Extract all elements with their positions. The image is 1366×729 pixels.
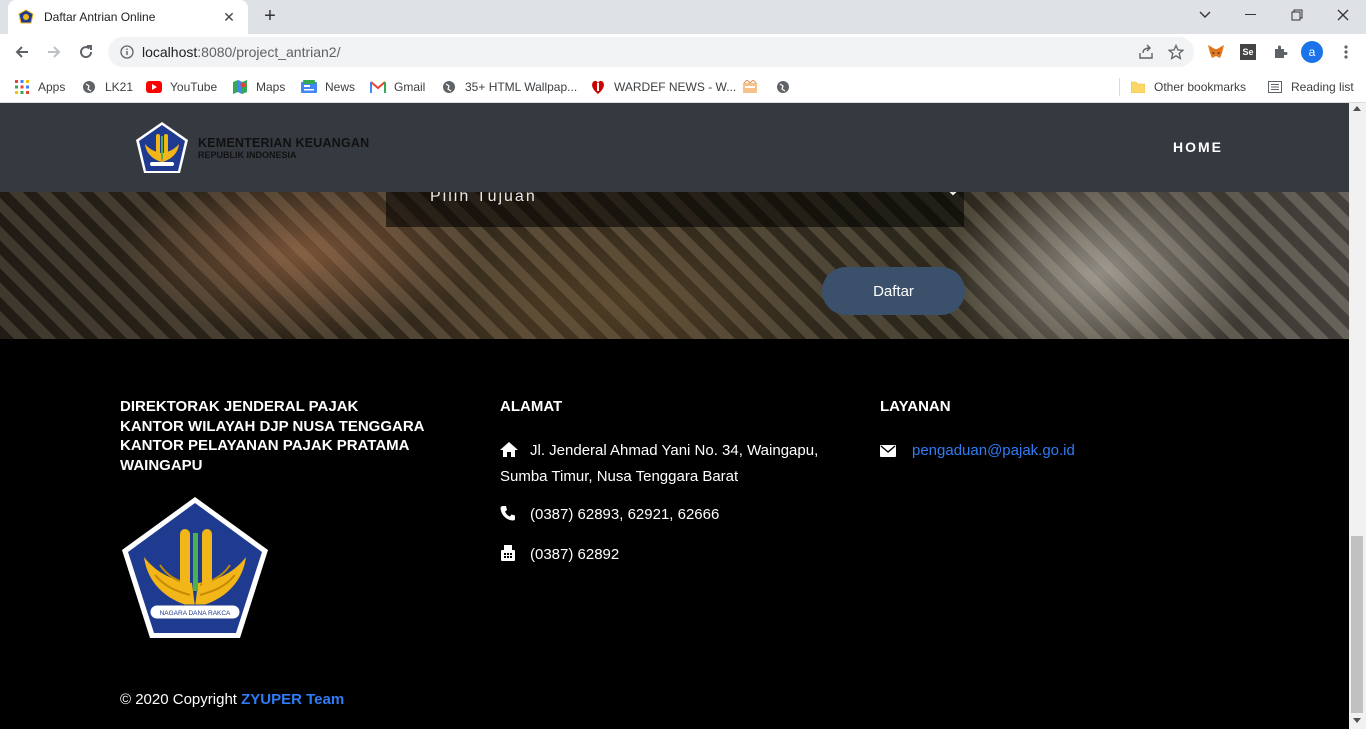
fax-number: (0387) 62892 (530, 546, 620, 563)
bookmarks-divider (1119, 78, 1120, 96)
kemenkeu-logo[interactable]: KEMENTERIAN KEUANGAN REPUBLIK INDONESIA (134, 120, 369, 176)
email-row: pengaduan@pajak.go.id (880, 439, 1075, 465)
reading-list-icon (1267, 79, 1283, 95)
daftar-button[interactable]: Daftar (822, 267, 965, 315)
close-window-icon[interactable] (1320, 0, 1366, 30)
reload-icon[interactable] (72, 38, 100, 66)
tab-close-icon[interactable]: ✕ (220, 9, 238, 26)
browser-tabstrip: Daftar Antrian Online ✕ + (0, 0, 1366, 34)
bookmarks-bar: Apps LK21 YouTube Maps News Gmail 35+ HT… (0, 70, 1366, 103)
phone-row: (0387) 62893, 62921, 62666 (500, 503, 719, 529)
copyright-text: © 2020 Copyright (120, 691, 237, 708)
minimize-icon[interactable] (1228, 0, 1274, 30)
new-tab-icon[interactable]: + (258, 5, 282, 29)
address-bar[interactable]: localhost:8080/project_antrian2/ (108, 37, 1194, 67)
folder-icon (1130, 79, 1146, 95)
address-line-1: Jl. Jenderal Ahmad Yani No. 34, Waingapu… (530, 442, 819, 459)
phone-number: (0387) 62893, 62921, 62666 (530, 506, 720, 523)
zyuper-team-link[interactable]: ZYUPER Team (241, 691, 344, 708)
bookmark-news[interactable]: News (301, 76, 355, 98)
globe-icon (81, 79, 97, 95)
bookmark-unnamed[interactable] (742, 76, 766, 98)
globe-icon (441, 79, 457, 95)
apps-grid-icon (14, 79, 30, 95)
bookmark-star-icon[interactable] (1164, 40, 1188, 64)
footer-office-title: DIREKTORAK JENDERAL PAJAK KANTOR WILAYAH… (120, 398, 425, 474)
scroll-down-arrow-icon[interactable] (1353, 718, 1361, 723)
globe-icon (775, 79, 791, 95)
bookmark-gmail[interactable]: Gmail (370, 76, 425, 98)
site-navbar: KEMENTERIAN KEUANGAN REPUBLIK INDONESIA … (0, 103, 1349, 192)
back-arrow-icon[interactable] (8, 38, 36, 66)
site-info-icon[interactable] (120, 45, 134, 59)
copyright: © 2020 Copyright ZYUPER Team (120, 691, 344, 708)
bookmark-wardef-news[interactable]: WARDEF NEWS - W... (590, 76, 736, 98)
reading-list[interactable]: Reading list (1267, 76, 1354, 98)
page-scrollbar[interactable] (1349, 103, 1366, 729)
email-link[interactable]: pengaduan@pajak.go.id (912, 442, 1075, 459)
scrollbar-thumb[interactable] (1351, 536, 1363, 713)
fax-row: (0387) 62892 (500, 543, 619, 569)
metamask-extension-icon[interactable] (1204, 40, 1228, 64)
home-icon (500, 441, 522, 465)
page-viewport: Pilih Tujuan Daftar KEMENTERIAN KEUANGAN… (0, 103, 1349, 729)
site-footer: DIREKTORAK JENDERAL PAJAK KANTOR WILAYAH… (0, 339, 1349, 729)
menu-kebab-icon[interactable] (1334, 40, 1358, 64)
restore-icon[interactable] (1274, 0, 1320, 30)
other-bookmarks[interactable]: Other bookmarks (1130, 76, 1246, 98)
bookmark-html-wallpapers[interactable]: 35+ HTML Wallpap... (441, 76, 577, 98)
scroll-up-arrow-icon[interactable] (1353, 106, 1361, 111)
kemenkeu-seal-icon: NAGARA DANA RAKCA (122, 497, 268, 638)
bookmark-apps[interactable]: Apps (14, 76, 65, 98)
extensions-puzzle-icon[interactable] (1268, 40, 1292, 64)
browser-tab[interactable]: Daftar Antrian Online ✕ (8, 0, 248, 34)
fax-icon (500, 545, 522, 569)
url-text: localhost:8080/project_antrian2/ (142, 44, 341, 60)
phone-icon (500, 505, 522, 529)
browser-toolbar: localhost:8080/project_antrian2/ Se a (0, 34, 1366, 70)
bookmark-youtube[interactable]: YouTube (146, 76, 217, 98)
logo-title: KEMENTERIAN KEUANGAN (198, 136, 370, 150)
profile-avatar[interactable]: a (1300, 40, 1324, 64)
bookmark-maps[interactable]: Maps (232, 76, 285, 98)
bookmark-globe[interactable] (775, 76, 799, 98)
maps-icon (232, 79, 248, 95)
kemenkeu-favicon-icon (18, 9, 34, 24)
seal-motto: NAGARA DANA RAKCA (160, 610, 231, 617)
tab-title: Daftar Antrian Online (44, 10, 156, 24)
gmail-icon (370, 79, 386, 95)
alamat-title: ALAMAT (500, 398, 563, 415)
kemenkeu-emblem-icon (136, 122, 188, 173)
tab-search-chevron-icon[interactable] (1182, 0, 1228, 30)
nav-home-link[interactable]: HOME (1173, 139, 1223, 155)
youtube-icon (146, 79, 162, 95)
wardef-icon (590, 79, 606, 95)
selenium-extension-icon[interactable]: Se (1236, 40, 1260, 64)
forward-arrow-icon[interactable] (40, 38, 68, 66)
bookmark-lk21[interactable]: LK21 (81, 76, 133, 98)
share-icon[interactable] (1134, 40, 1158, 64)
address-line-2: Sumba Timur, Nusa Tenggara Barat (500, 468, 739, 485)
logo-subtitle: REPUBLIK INDONESIA (198, 150, 297, 160)
bookmark-image-icon (742, 79, 758, 95)
envelope-icon (880, 441, 902, 465)
address-row: Jl. Jenderal Ahmad Yani No. 34, Waingapu… (500, 439, 840, 489)
layanan-title: LAYANAN (880, 398, 951, 415)
news-icon (301, 79, 317, 95)
